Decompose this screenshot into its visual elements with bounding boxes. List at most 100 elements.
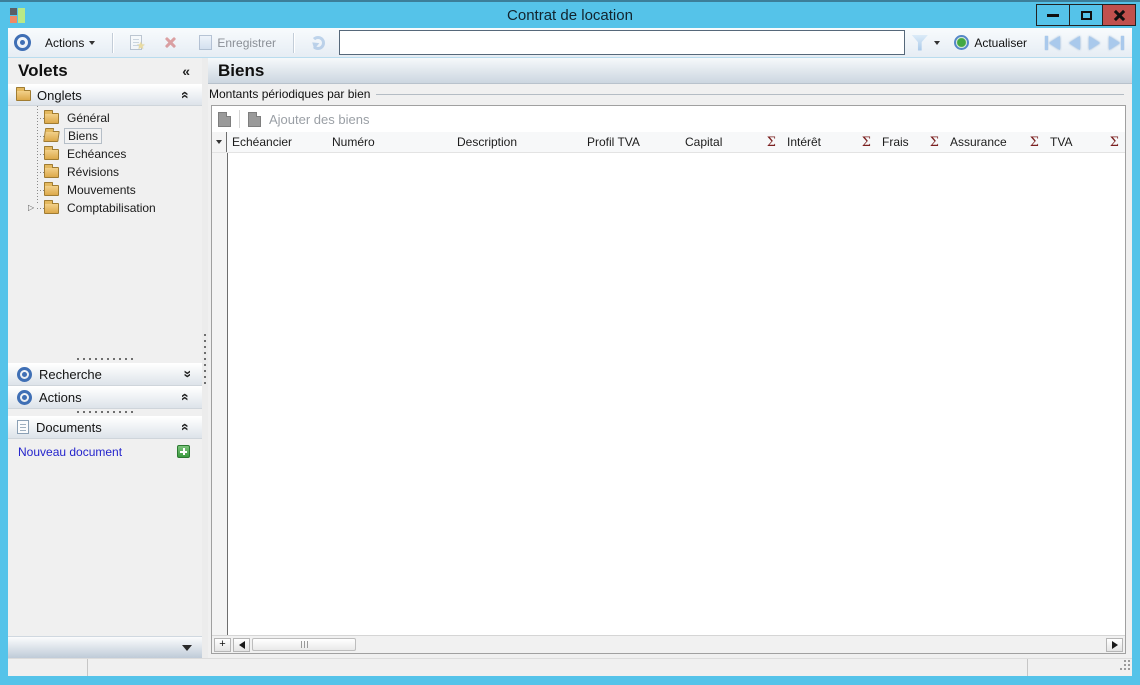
sidebar-item-comptabilisation[interactable]: ▷ Comptabilisation: [8, 199, 202, 217]
toolbar-separator: [112, 32, 114, 53]
onglets-group-header[interactable]: Onglets «: [8, 84, 202, 106]
main-panel: Biens Montants périodiques par bien Ajou…: [208, 58, 1132, 658]
sum-icon[interactable]: Σ: [767, 135, 776, 150]
sidebar-overflow-bar[interactable]: [8, 636, 202, 658]
sum-icon[interactable]: Σ: [1030, 135, 1039, 150]
collapse-up-icon[interactable]: «: [178, 88, 194, 102]
groupbox-header: Montants périodiques par bien: [208, 84, 1132, 101]
resize-grip[interactable]: [1124, 660, 1126, 662]
sidebar: Volets « Onglets « Général Biens Echéanc…: [8, 58, 202, 658]
status-segment-right: [1028, 659, 1132, 676]
app-window: Contrat de location Actions ★ Enregistre…: [0, 0, 1140, 685]
row-indicator-column[interactable]: [212, 132, 227, 152]
new-item-button[interactable]: ★: [122, 31, 150, 54]
add-row-button[interactable]: +: [214, 637, 231, 652]
filter-dropdown-icon[interactable]: [934, 40, 941, 45]
sidebar-title: Volets: [18, 61, 68, 80]
toolbar-separator: [293, 32, 295, 53]
toolbar-separator: [239, 110, 240, 128]
record-navigator: [1045, 35, 1124, 50]
status-segment-left: [8, 659, 88, 676]
sum-icon[interactable]: Σ: [1110, 135, 1119, 150]
first-record-button[interactable]: [1045, 35, 1060, 50]
onglets-group-label: Onglets: [37, 87, 82, 103]
actions-menu-button[interactable]: Actions: [37, 32, 103, 54]
sidebar-item-general[interactable]: Général: [8, 109, 202, 127]
folder-icon: [44, 109, 59, 124]
actions-menu-label: Actions: [45, 35, 85, 50]
sidebar-section-actions[interactable]: Actions «: [8, 385, 202, 409]
column-header-description[interactable]: Description: [452, 132, 582, 152]
maximize-icon: [1080, 10, 1092, 20]
previous-record-button[interactable]: [1069, 35, 1080, 50]
tree-expand-icon[interactable]: ▷: [28, 203, 34, 212]
column-header-echeancier[interactable]: Echéancier: [227, 132, 327, 152]
onglets-tree: Général Biens Echéances Révisions Mouvem…: [8, 106, 202, 219]
scroll-left-button[interactable]: [233, 637, 250, 652]
expand-down-icon[interactable]: «: [178, 367, 194, 381]
sidebar-item-mouvements[interactable]: Mouvements: [8, 181, 202, 199]
folder-icon: [44, 163, 59, 178]
new-document-icon: ★: [130, 35, 146, 52]
sum-icon[interactable]: Σ: [930, 135, 939, 150]
sidebar-section-recherche[interactable]: Recherche «: [8, 362, 202, 386]
add-biens-button[interactable]: Ajouter des biens: [269, 112, 369, 127]
column-header-profil-tva[interactable]: Profil TVA: [582, 132, 680, 152]
sidebar-item-biens[interactable]: Biens: [8, 127, 202, 145]
close-button[interactable]: [1102, 4, 1136, 26]
documents-section-label: Documents: [36, 419, 102, 435]
actualiser-button[interactable]: Actualiser: [946, 31, 1035, 54]
column-header-frais[interactable]: Frais Σ: [877, 132, 945, 152]
column-header-assurance[interactable]: Assurance Σ: [945, 132, 1045, 152]
folder-icon: [44, 181, 59, 196]
actions-section-label: Actions: [39, 389, 82, 405]
next-record-button[interactable]: [1089, 35, 1100, 50]
folder-icon: [44, 145, 59, 160]
new-document-row: Nouveau document: [8, 439, 202, 459]
column-header-tva[interactable]: TVA Σ: [1045, 132, 1125, 152]
maximize-button[interactable]: [1069, 4, 1103, 26]
star-icon: ★: [136, 41, 146, 52]
scroll-right-button[interactable]: [1106, 637, 1123, 652]
grid-body-empty[interactable]: [212, 153, 1125, 635]
open-folder-icon: [43, 130, 60, 142]
delete-button[interactable]: [156, 32, 185, 53]
sidebar-splitter-handle[interactable]: [8, 356, 202, 363]
collapse-up-icon[interactable]: «: [178, 420, 194, 434]
actions-target-icon: [14, 34, 31, 51]
last-record-button[interactable]: [1109, 35, 1124, 50]
column-header-interet[interactable]: Intérêt Σ: [782, 132, 877, 152]
sidebar-item-revisions[interactable]: Révisions: [8, 163, 202, 181]
column-header-numero[interactable]: Numéro: [327, 132, 452, 152]
sidebar-item-echeances[interactable]: Echéances: [8, 145, 202, 163]
biens-grid-panel: Ajouter des biens Echéancier Numéro Desc…: [211, 105, 1126, 654]
sidebar-header: Volets «: [8, 58, 202, 84]
status-bar: [8, 658, 1132, 676]
scrollbar-thumb[interactable]: [252, 638, 356, 651]
collapse-up-icon[interactable]: «: [178, 390, 194, 404]
grid-header-row: Echéancier Numéro Description Profil TVA…: [212, 132, 1125, 153]
folder-icon: [16, 86, 31, 101]
titlebar: Contrat de location: [0, 0, 1140, 28]
chevron-down-icon: [89, 40, 96, 45]
recherche-label: Recherche: [39, 366, 102, 382]
sum-icon[interactable]: Σ: [862, 135, 871, 150]
save-button[interactable]: Enregistrer: [191, 31, 284, 54]
status-segment-middle: [88, 659, 1028, 676]
filter-icon[interactable]: [911, 34, 929, 51]
search-input[interactable]: [339, 30, 906, 55]
actualiser-icon: [954, 35, 970, 50]
add-plus-icon[interactable]: [177, 445, 190, 459]
refresh-button[interactable]: [303, 32, 333, 54]
vertical-splitter[interactable]: [202, 58, 208, 658]
main-header: Biens: [208, 58, 1132, 84]
column-header-capital[interactable]: Capital Σ: [680, 132, 782, 152]
main-toolbar: Actions ★ Enregistrer Actualiser: [8, 28, 1132, 58]
new-document-link[interactable]: Nouveau document: [18, 445, 122, 459]
grid-edit-icon[interactable]: [218, 111, 231, 127]
sidebar-collapse-icon[interactable]: «: [182, 64, 190, 78]
minimize-button[interactable]: [1036, 4, 1070, 26]
window-title: Contrat de location: [507, 6, 633, 24]
sidebar-section-documents[interactable]: Documents «: [8, 415, 202, 439]
sidebar-splitter-handle[interactable]: [8, 409, 202, 416]
